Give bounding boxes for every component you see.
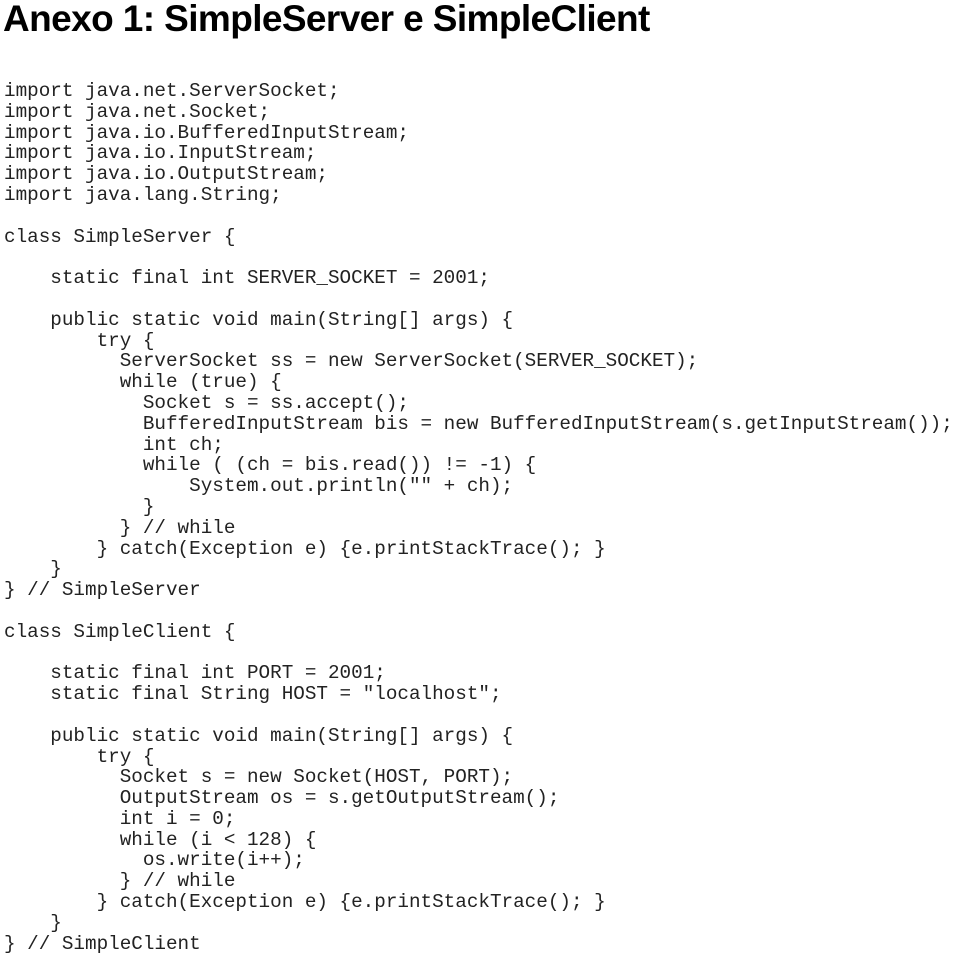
code-line: import java.io.OutputStream; — [4, 163, 328, 186]
code-line: } — [50, 558, 62, 581]
code-line: public static void main(String[] args) { — [50, 724, 514, 747]
code-line: try { — [96, 745, 155, 768]
code-line: } — [50, 911, 62, 934]
code-line: int i = 0; — [119, 807, 236, 830]
code-line: class SimpleServer { — [4, 225, 236, 248]
code-line: Socket s = ss.accept(); — [142, 391, 409, 414]
code-line: while (i < 128) { — [119, 828, 317, 851]
code-line: static final int SERVER_SOCKET = 2001; — [50, 267, 490, 290]
code-line: int ch; — [142, 433, 224, 456]
code-line: ServerSocket ss = new ServerSocket(SERVE… — [119, 350, 699, 373]
code-line: } catch(Exception e) {e.printStackTrace(… — [96, 537, 606, 560]
code-line: while (true) { — [119, 371, 282, 394]
page-title: Anexo 1: SimpleServer e SimpleClient — [3, 0, 650, 39]
code-line: try { — [96, 329, 155, 352]
code-line: OutputStream os = s.getOutputStream(); — [119, 787, 560, 810]
code-line: } catch(Exception e) {e.printStackTrace(… — [96, 891, 606, 914]
code-listing: import java.net.ServerSocket; import java… — [4, 81, 953, 954]
code-line: } // SimpleClient — [4, 932, 201, 955]
code-line: while ( (ch = bis.read()) != -1) { — [142, 454, 537, 477]
code-line: BufferedInputStream bis = new BufferedIn… — [142, 412, 953, 435]
code-line: System.out.println("" + ch); — [189, 475, 514, 498]
code-line: import java.io.InputStream; — [4, 142, 317, 165]
code-line: import java.io.BufferedInputStream; — [4, 121, 409, 144]
code-line: } // while — [119, 870, 236, 893]
code-line: } // while — [119, 516, 236, 539]
code-line: import java.net.Socket; — [4, 100, 271, 123]
code-line: import java.lang.String; — [4, 183, 282, 206]
code-line: } — [142, 495, 155, 518]
code-line: Socket s = new Socket(HOST, PORT); — [119, 766, 514, 789]
code-line: class SimpleClient { — [4, 620, 236, 643]
code-line: static final String HOST = "localhost"; — [50, 683, 502, 706]
code-line: static final int PORT = 2001; — [50, 662, 386, 685]
code-line: public static void main(String[] args) { — [50, 308, 514, 331]
code-line: import java.net.ServerSocket; — [4, 80, 340, 102]
code-line: os.write(i++); — [142, 849, 305, 872]
code-line: } // SimpleServer — [4, 579, 201, 602]
